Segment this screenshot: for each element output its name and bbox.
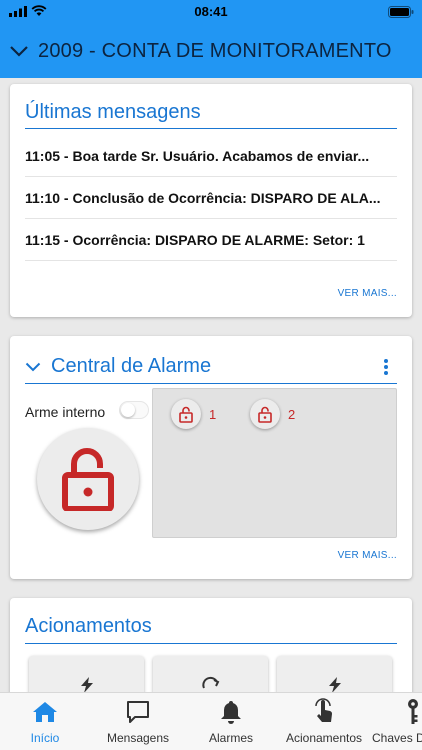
toggle-knob xyxy=(121,403,135,417)
actions-title: Acionamentos xyxy=(25,615,152,637)
collapse-chevron-icon[interactable] xyxy=(25,362,41,372)
tab-label: Início xyxy=(30,731,60,745)
messages-title: Últimas mensagens xyxy=(25,101,201,123)
zone-number: 2 xyxy=(288,406,296,422)
account-dropdown-chevron-icon[interactable] xyxy=(9,45,29,57)
more-vert-icon[interactable] xyxy=(383,358,389,376)
actions-card-header: Acionamentos xyxy=(25,610,397,644)
zone-number: 1 xyxy=(209,406,217,422)
tab-label: Mensagens xyxy=(106,731,170,745)
message-item[interactable]: 11:10 - Conclusão de Ocorrência: DISPARO… xyxy=(25,177,397,219)
tab-mensagens[interactable]: Mensagens xyxy=(100,693,176,750)
alarm-title: Central de Alarme xyxy=(51,355,212,377)
unlocked-padlock-icon xyxy=(62,448,114,511)
zone-lock-icon[interactable] xyxy=(171,399,201,429)
alarm-card: Central de Alarme Arme interno 1 2 VER M… xyxy=(10,336,412,579)
zone-lock-icon[interactable] xyxy=(250,399,280,429)
zone-item[interactable]: 2 xyxy=(250,399,295,429)
messages-card-header: Últimas mensagens xyxy=(25,97,397,129)
tab-label: Chaves D xyxy=(372,731,422,745)
tab-alarmes[interactable]: Alarmes xyxy=(200,693,262,750)
internal-arm-toggle[interactable] xyxy=(119,401,149,419)
battery-icon xyxy=(388,5,414,23)
key-icon xyxy=(406,697,420,727)
touch-icon xyxy=(312,697,336,727)
chat-bubble-icon xyxy=(125,697,151,727)
tab-acionamentos[interactable]: Acionamentos xyxy=(280,693,368,750)
tab-label: Alarmes xyxy=(208,731,253,745)
zone-item[interactable]: 1 xyxy=(171,399,216,429)
alarm-arm-button[interactable] xyxy=(37,428,139,530)
tab-chaves[interactable]: Chaves D xyxy=(372,693,422,750)
tab-label: Acionamentos xyxy=(285,731,363,745)
messages-more-link[interactable]: VER MAIS... xyxy=(338,288,397,299)
tab-inicio[interactable]: Início xyxy=(18,693,72,750)
account-title[interactable]: 2009 - CONTA DE MONITORAMENTO xyxy=(38,40,392,63)
home-icon xyxy=(32,697,58,727)
message-item[interactable]: 11:05 - Boa tarde Sr. Usuário. Acabamos … xyxy=(25,135,397,177)
app-bar: 2009 - CONTA DE MONITORAMENTO xyxy=(0,24,422,78)
tab-bar: Início Mensagens Alarmes Acionamentos Ch… xyxy=(0,692,422,750)
message-item[interactable]: 11:15 - Ocorrência: DISPARO DE ALARME: S… xyxy=(25,219,397,261)
messages-card: Últimas mensagens 11:05 - Boa tarde Sr. … xyxy=(10,84,412,317)
internal-arm-label: Arme interno xyxy=(25,404,106,420)
status-time: 08:41 xyxy=(194,4,228,19)
alarm-more-link[interactable]: VER MAIS... xyxy=(338,550,397,561)
status-bar: 08:41 xyxy=(0,0,422,24)
alarm-card-header: Central de Alarme xyxy=(25,350,397,384)
bell-icon xyxy=(219,697,243,727)
zones-panel: 1 2 xyxy=(152,388,397,538)
